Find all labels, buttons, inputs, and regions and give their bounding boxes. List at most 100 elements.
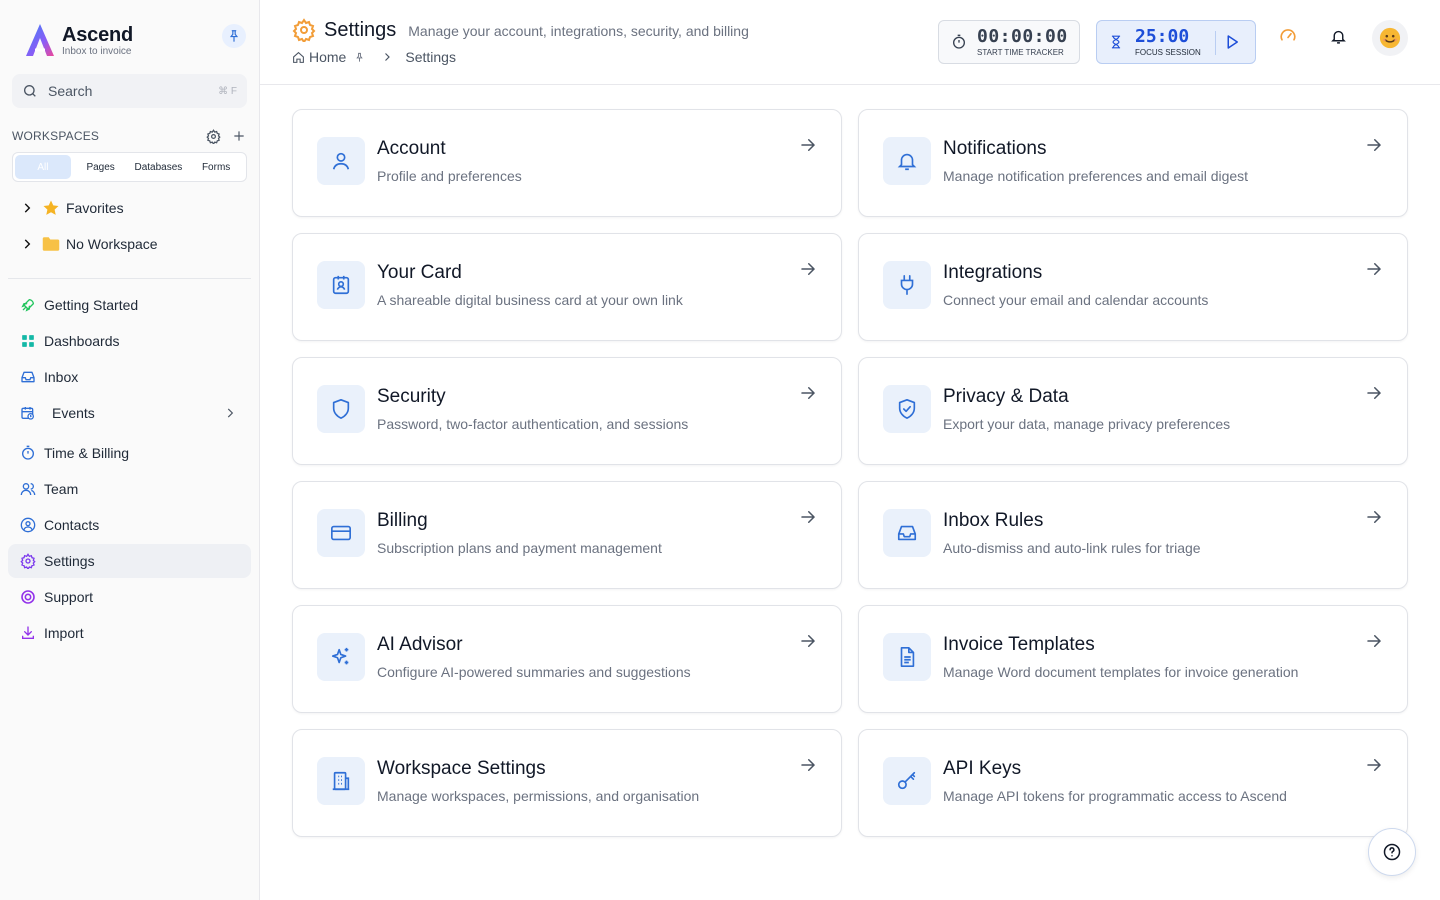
settings-grid: Account Profile and preferences Notifica… [292, 109, 1408, 837]
help-icon [1383, 843, 1401, 861]
workspace-filter: All Pages Databases Forms [12, 152, 247, 182]
settings-card-invoice-templates[interactable]: Invoice Templates Manage Word document t… [858, 605, 1408, 713]
focus-session-button[interactable]: 25:00 FOCUS SESSION [1096, 20, 1256, 64]
card-title: Workspace Settings [377, 758, 546, 779]
nav-item-settings[interactable]: Settings [8, 544, 251, 578]
focus-caption: FOCUS SESSION [1135, 47, 1201, 57]
tree-item-no-workspace[interactable]: No Workspace [18, 232, 248, 256]
gauge-icon [1280, 29, 1296, 41]
arrow-right-icon [1367, 387, 1382, 399]
chevron-right-icon[interactable] [18, 237, 36, 251]
settings-card-workspace-settings[interactable]: Workspace Settings Manage workspaces, pe… [292, 729, 842, 837]
workspace-tree: Favorites No Workspace [18, 196, 248, 268]
settings-card-your-card[interactable]: Your Card A shareable digital business c… [292, 233, 842, 341]
pin-sidebar-button[interactable] [222, 24, 246, 48]
breadcrumb: Home Settings [292, 49, 456, 65]
card-title: Invoice Templates [943, 634, 1095, 655]
workspace-settings-button[interactable] [205, 128, 221, 144]
settings-card-account[interactable]: Account Profile and preferences [292, 109, 842, 217]
nav-item-dashboards[interactable]: Dashboards [8, 324, 251, 358]
sidebar: Ascend Inbox to invoice Search ⌘ F WORKS… [0, 0, 260, 900]
filter-forms[interactable]: Forms [188, 155, 244, 179]
settings-card-api-keys[interactable]: API Keys Manage API tokens for programma… [858, 729, 1408, 837]
arrow-right-icon [1367, 139, 1382, 151]
settings-card-security[interactable]: Security Password, two-factor authentica… [292, 357, 842, 465]
filter-all[interactable]: All [15, 155, 71, 179]
card-description: Export your data, manage privacy prefere… [943, 416, 1231, 432]
card-description: A shareable digital business card at you… [377, 292, 683, 308]
card-title: API Keys [943, 758, 1022, 779]
settings-card-billing[interactable]: Billing Subscription plans and payment m… [292, 481, 842, 589]
hourglass-icon [1111, 35, 1121, 49]
card-title: Inbox Rules [943, 510, 1044, 531]
brand[interactable]: Ascend Inbox to invoice [24, 22, 133, 58]
tree-item-label: No Workspace [66, 236, 158, 252]
timer-value: 00:00:00 [977, 25, 1068, 47]
settings-card-inbox-rules[interactable]: Inbox Rules Auto-dismiss and auto-link r… [858, 481, 1408, 589]
card-title: Your Card [377, 262, 462, 283]
calendar-clock-icon [20, 405, 36, 421]
sidebar-divider [8, 278, 251, 279]
arrow-right-icon [801, 759, 816, 771]
time-tracker-button[interactable]: 00:00:00 START TIME TRACKER [938, 20, 1080, 64]
breadcrumb-home[interactable]: Home [292, 49, 346, 65]
card-title: AI Advisor [377, 634, 463, 655]
arrow-right-icon [1367, 759, 1382, 771]
nav-label: Settings [44, 553, 95, 569]
gear-icon [20, 553, 36, 569]
page-header: Settings Manage your account, integratio… [260, 0, 1440, 85]
user-icon [317, 137, 365, 185]
settings-card-integrations[interactable]: Integrations Connect your email and cale… [858, 233, 1408, 341]
arrow-right-icon [1367, 263, 1382, 275]
card-description: Manage API tokens for programmatic acces… [943, 788, 1287, 804]
nav-label: Inbox [44, 369, 79, 385]
settings-card-notifications[interactable]: Notifications Manage notification prefer… [858, 109, 1408, 217]
notifications-button[interactable] [1328, 26, 1348, 46]
nav-label: Contacts [44, 517, 100, 533]
filter-databases[interactable]: Databases [131, 155, 187, 179]
users-icon [20, 481, 36, 497]
search-placeholder: Search [48, 83, 93, 99]
contact-icon [20, 517, 36, 533]
play-icon[interactable] [1223, 33, 1241, 51]
speed-gauge-button[interactable] [1278, 26, 1298, 46]
nav-item-time-billing[interactable]: Time & Billing [8, 436, 251, 470]
id-card-icon [317, 261, 365, 309]
nav-item-team[interactable]: Team [8, 472, 251, 506]
pin-icon[interactable] [354, 52, 365, 63]
chevron-right-icon[interactable] [223, 406, 237, 423]
nav-item-getting-started[interactable]: Getting Started [8, 288, 251, 322]
filter-pages[interactable]: Pages [73, 155, 129, 179]
shield-check-icon [883, 385, 931, 433]
page-title: Settings [324, 18, 397, 41]
arrow-right-icon [801, 387, 816, 399]
nav-label: Support [44, 589, 94, 605]
lifebuoy-icon [20, 589, 36, 605]
chevron-right-icon[interactable] [18, 201, 36, 215]
nav-item-events[interactable]: Events [8, 396, 251, 430]
settings-card-privacy-data[interactable]: Privacy & Data Export your data, manage … [858, 357, 1408, 465]
breadcrumb-home-label: Home [309, 49, 347, 65]
nav-item-contacts[interactable]: Contacts [8, 508, 251, 542]
arrow-right-icon [801, 635, 816, 647]
tree-item-favorites[interactable]: Favorites [18, 196, 248, 220]
add-workspace-button[interactable] [231, 128, 247, 144]
nav-item-inbox[interactable]: Inbox [8, 360, 251, 394]
card-title: Security [377, 386, 446, 407]
card-description: Connect your email and calendar accounts [943, 292, 1209, 308]
user-avatar[interactable] [1372, 20, 1408, 56]
nav-label: Time & Billing [44, 445, 130, 461]
home-icon [293, 51, 304, 63]
breadcrumb-current: Settings [405, 49, 456, 65]
card-description: Manage workspaces, permissions, and orga… [377, 788, 700, 804]
nav-item-import[interactable]: Import [8, 616, 251, 650]
bell-icon [883, 137, 931, 185]
page-subtitle: Manage your account, integrations, secur… [408, 23, 749, 39]
search-input[interactable]: Search ⌘ F [12, 74, 247, 108]
ascend-logo-icon [26, 24, 54, 56]
help-button[interactable] [1368, 828, 1416, 876]
nav-item-support[interactable]: Support [8, 580, 251, 614]
settings-card-ai-advisor[interactable]: AI Advisor Configure AI-powered summarie… [292, 605, 842, 713]
shield-icon [317, 385, 365, 433]
search-icon [24, 85, 36, 97]
